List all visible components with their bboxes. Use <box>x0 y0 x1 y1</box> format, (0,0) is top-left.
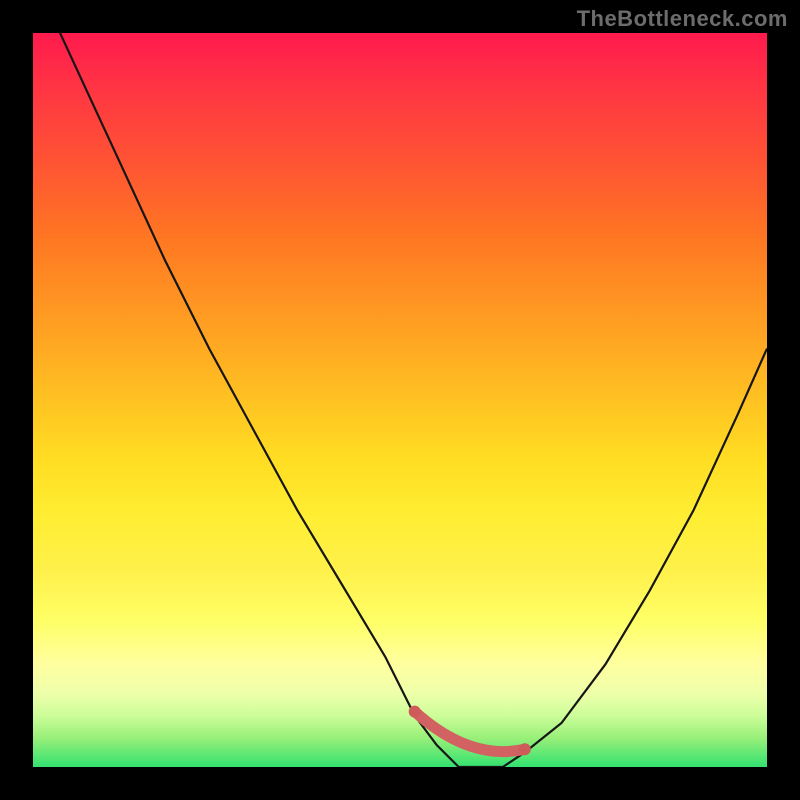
plot-area <box>33 33 767 767</box>
bottleneck-curve-line <box>33 33 767 767</box>
watermark-text: TheBottleneck.com <box>577 6 788 32</box>
optimal-zone-marker-left <box>409 706 421 718</box>
optimal-zone-marker-right <box>519 743 531 755</box>
curve-svg <box>33 33 767 767</box>
chart-frame: TheBottleneck.com <box>0 0 800 800</box>
optimal-zone-highlight <box>415 712 525 752</box>
